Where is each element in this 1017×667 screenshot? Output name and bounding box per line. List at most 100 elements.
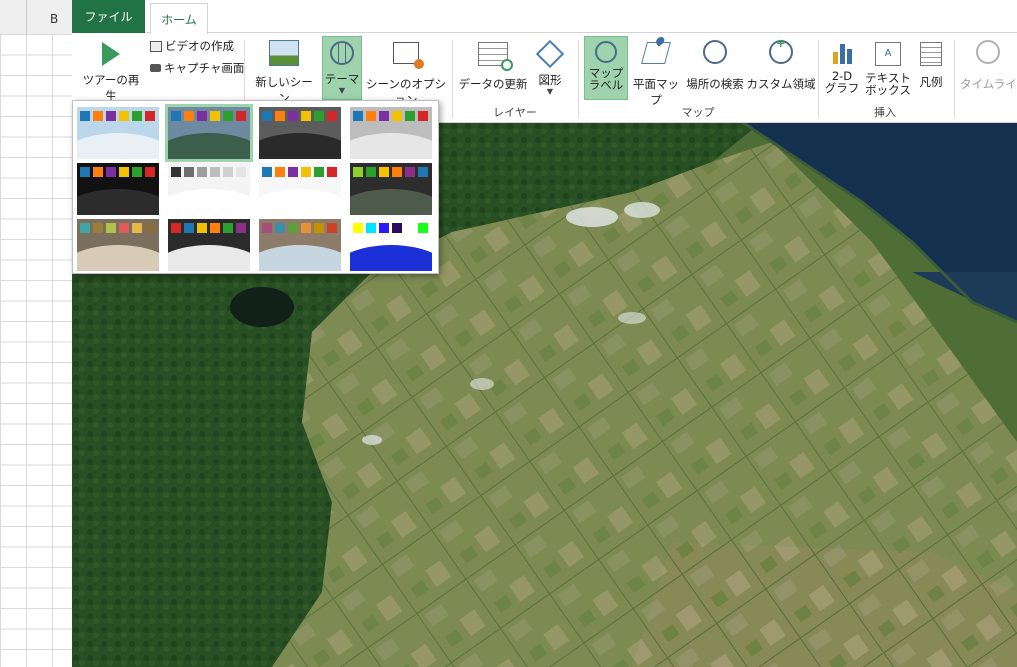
globe-preview xyxy=(259,245,341,271)
color-swatch xyxy=(119,111,129,121)
shapes-button[interactable]: 図形 ▼ xyxy=(530,38,570,98)
theme-gallery xyxy=(72,100,439,274)
color-swatches xyxy=(353,111,428,121)
cell-grid[interactable] xyxy=(0,34,72,667)
scene-options-icon xyxy=(393,42,424,69)
new-scene-button[interactable]: 新しいシーン ▼ xyxy=(252,38,316,114)
globe-preview xyxy=(168,133,250,159)
globe-preview xyxy=(168,189,250,215)
create-video-label: ビデオの作成 xyxy=(165,39,234,53)
globe-preview xyxy=(77,189,159,215)
color-swatch xyxy=(171,111,181,121)
color-swatch xyxy=(80,223,90,233)
color-swatches xyxy=(171,223,246,233)
color-swatch xyxy=(418,223,428,233)
color-swatch xyxy=(392,223,402,233)
theme-option[interactable] xyxy=(77,163,159,215)
theme-option[interactable] xyxy=(350,163,432,215)
column-b-header[interactable]: B xyxy=(50,12,58,26)
flat-map-button[interactable]: 平面マップ xyxy=(628,35,684,107)
tab-home[interactable]: ホーム xyxy=(150,3,208,34)
group-label-map: マップ xyxy=(681,106,715,119)
theme-option[interactable] xyxy=(259,219,341,271)
text-box-button[interactable]: A テキスト ボックス xyxy=(864,38,912,98)
legend-icon xyxy=(920,42,942,66)
color-swatch xyxy=(301,167,311,177)
chart-2d-button[interactable]: 2-D グラフ xyxy=(824,38,860,98)
shapes-icon xyxy=(535,39,565,69)
color-swatches xyxy=(171,167,246,177)
theme-option[interactable] xyxy=(350,107,432,159)
group-label-insert: 挿入 xyxy=(874,106,896,119)
theme-option[interactable] xyxy=(77,219,159,271)
color-swatch xyxy=(171,167,181,177)
map-pin-icon xyxy=(641,35,671,64)
color-swatch xyxy=(106,167,116,177)
color-swatch xyxy=(236,223,246,233)
timeline-button[interactable]: タイムライン xyxy=(960,38,1016,98)
color-swatch xyxy=(80,167,90,177)
chevron-down-icon: ▼ xyxy=(338,86,346,95)
video-icon xyxy=(150,40,162,52)
color-swatch xyxy=(119,167,129,177)
color-swatch xyxy=(184,223,194,233)
color-swatch xyxy=(93,223,103,233)
globe-preview xyxy=(350,245,432,271)
color-swatch xyxy=(327,167,337,177)
find-location-button[interactable]: 場所の検索 xyxy=(684,38,746,98)
custom-regions-label: カスタム領域 xyxy=(746,77,816,91)
custom-regions-button[interactable]: + カスタム領域 xyxy=(746,36,816,98)
color-swatches xyxy=(80,111,155,121)
color-swatch xyxy=(184,111,194,121)
create-video-button[interactable]: ビデオの作成 xyxy=(150,38,234,54)
color-swatch xyxy=(210,223,220,233)
map-labels-icon xyxy=(595,41,617,63)
color-swatch xyxy=(80,111,90,121)
color-swatch xyxy=(210,111,220,121)
legend-button[interactable]: 凡例 xyxy=(914,38,948,98)
color-swatch xyxy=(197,167,207,177)
shapes-label: 図形 xyxy=(538,73,562,87)
color-swatch xyxy=(392,167,402,177)
theme-option[interactable] xyxy=(168,219,250,271)
camera-icon xyxy=(150,64,161,72)
theme-option[interactable] xyxy=(350,219,432,271)
color-swatch xyxy=(405,111,415,121)
globe-preview xyxy=(168,245,250,271)
color-swatch xyxy=(262,223,272,233)
color-swatch xyxy=(145,111,155,121)
color-swatch xyxy=(353,111,363,121)
color-swatch xyxy=(197,223,207,233)
color-swatch xyxy=(418,111,428,121)
legend-label: 凡例 xyxy=(919,75,943,89)
theme-option[interactable] xyxy=(168,163,250,215)
refresh-data-button[interactable]: データの更新 xyxy=(458,38,528,98)
tab-file[interactable]: ファイル xyxy=(72,0,145,33)
map-labels-button[interactable]: マップ ラベル xyxy=(584,36,628,100)
spreadsheet-background: B xyxy=(0,0,73,667)
color-swatch xyxy=(197,111,207,121)
theme-label: テーマ xyxy=(324,72,360,86)
color-swatch xyxy=(314,223,324,233)
theme-button[interactable]: テーマ ▼ xyxy=(322,36,362,100)
theme-option[interactable] xyxy=(259,107,341,159)
globe-icon xyxy=(330,41,354,65)
theme-option[interactable] xyxy=(259,163,341,215)
color-swatch xyxy=(314,111,324,121)
color-swatch xyxy=(171,223,181,233)
globe-preview xyxy=(350,189,432,215)
color-swatches xyxy=(262,167,337,177)
play-tour-button[interactable]: ツアーの再生 ▼ xyxy=(78,40,144,112)
theme-option[interactable] xyxy=(77,107,159,159)
color-swatch xyxy=(132,111,142,121)
color-swatch xyxy=(93,167,103,177)
color-swatch xyxy=(366,223,376,233)
capture-screen-button[interactable]: キャプチャ画面 xyxy=(150,60,244,76)
chart-2d-label-2: グラフ xyxy=(824,81,860,95)
theme-option[interactable] xyxy=(165,104,253,162)
capture-screen-label: キャプチャ画面 xyxy=(164,61,245,75)
scene-options-button[interactable]: シーンのオプション xyxy=(366,38,446,107)
color-swatch xyxy=(405,223,415,233)
color-swatch xyxy=(106,223,116,233)
play-icon xyxy=(102,42,120,66)
